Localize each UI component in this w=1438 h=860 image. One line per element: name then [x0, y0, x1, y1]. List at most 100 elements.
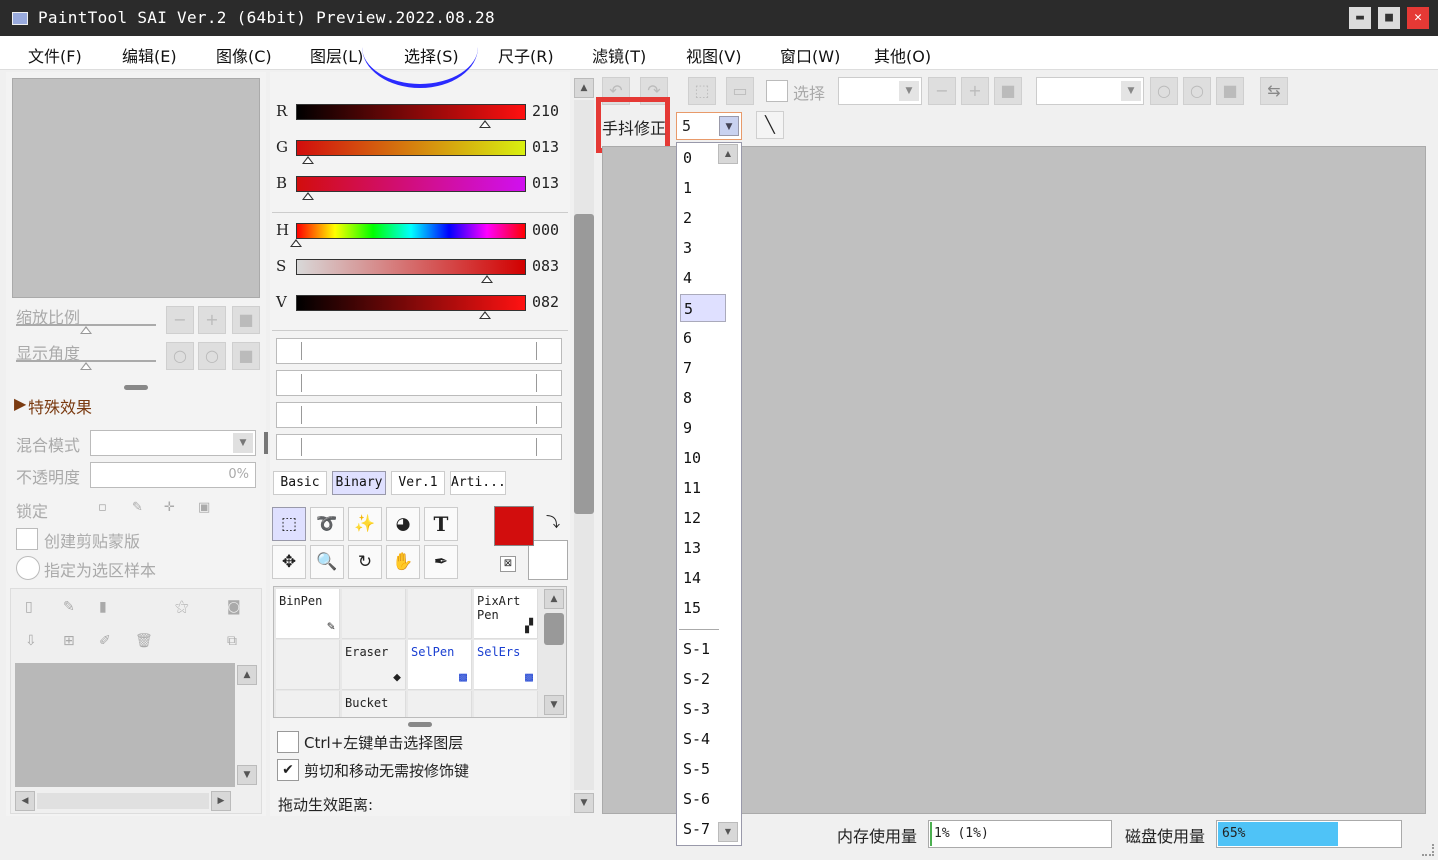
- lock-paint-icon[interactable]: ✎: [132, 500, 143, 515]
- menu-ruler[interactable]: 尺子(R): [498, 43, 554, 67]
- tab-basic[interactable]: Basic: [273, 471, 327, 495]
- stabilizer-option[interactable]: 5: [680, 294, 726, 322]
- rotate-left-button[interactable]: ○: [166, 342, 194, 370]
- stabilizer-option[interactable]: S-4: [680, 725, 726, 753]
- invert-selection-button[interactable]: ▭: [726, 77, 754, 105]
- layer-list[interactable]: [15, 663, 235, 787]
- dropdown-scroll-up-button[interactable]: ▲: [718, 144, 738, 164]
- stabilizer-option[interactable]: 1: [680, 174, 726, 202]
- swatch-bar-1[interactable]: [276, 338, 562, 364]
- layer-effect-icon[interactable]: ⚝: [175, 599, 189, 615]
- panel-splitter[interactable]: [408, 722, 432, 727]
- s-slider-handle[interactable]: [480, 275, 493, 283]
- stabilizer-option[interactable]: S-3: [680, 695, 726, 723]
- menu-filter[interactable]: 滤镜(T): [592, 43, 646, 67]
- clip-mask-checkbox[interactable]: [16, 528, 38, 550]
- opacity-field[interactable]: 0%: [90, 462, 256, 488]
- v-slider-handle[interactable]: [478, 311, 491, 319]
- menu-window[interactable]: 窗口(W): [780, 43, 840, 67]
- rect-select-tool[interactable]: ⬚: [272, 507, 306, 541]
- stabilizer-option[interactable]: 4: [680, 264, 726, 292]
- lock-move-icon[interactable]: ✛: [164, 500, 175, 515]
- maximize-button[interactable]: ■: [1378, 7, 1400, 29]
- stabilizer-option[interactable]: 15: [680, 594, 726, 622]
- brush-slot-empty[interactable]: [342, 589, 406, 639]
- brush-slot[interactable]: BinPen ✎: [276, 589, 340, 639]
- toolbar-zoom-in-button[interactable]: +: [961, 77, 989, 105]
- no-modifier-checkbox[interactable]: ✔: [277, 759, 299, 781]
- eyedropper-tool[interactable]: ✒: [424, 545, 458, 579]
- panel-splitter[interactable]: [124, 385, 148, 390]
- menu-other[interactable]: 其他(O): [874, 43, 931, 67]
- v-value[interactable]: 082: [532, 293, 559, 311]
- swatch-bar-4[interactable]: [276, 434, 562, 460]
- stabilizer-option[interactable]: 8: [680, 384, 726, 412]
- lock-all-icon[interactable]: ▣: [198, 500, 210, 515]
- h-value[interactable]: 000: [532, 221, 559, 239]
- panel-scroll-down-button[interactable]: ▼: [574, 793, 594, 813]
- merge-down-icon[interactable]: ⇩: [25, 633, 37, 649]
- g-slider-handle[interactable]: [301, 156, 314, 164]
- clear-layer-icon[interactable]: ✐: [99, 633, 111, 649]
- angle-slider-handle[interactable]: [80, 362, 92, 370]
- effects-expand-icon[interactable]: ▶: [14, 394, 26, 413]
- layer-scroll-right-button[interactable]: ▶: [211, 791, 231, 811]
- stabilizer-option[interactable]: 6: [680, 324, 726, 352]
- zoom-tool[interactable]: 🔍: [310, 545, 344, 579]
- stabilizer-option[interactable]: 9: [680, 414, 726, 442]
- zoom-select[interactable]: ▼: [838, 77, 922, 105]
- magic-wand-tool[interactable]: ✨: [348, 507, 382, 541]
- b-value[interactable]: 013: [532, 174, 559, 192]
- zoom-reset-button[interactable]: ■: [232, 306, 260, 334]
- menu-file[interactable]: 文件(F): [28, 43, 82, 67]
- brush-slot[interactable]: Eraser ◆: [342, 640, 406, 690]
- select-checkbox[interactable]: [766, 80, 788, 102]
- r-slider-handle[interactable]: [478, 120, 491, 128]
- shape-tool[interactable]: ◕: [386, 507, 420, 541]
- b-slider[interactable]: [296, 176, 526, 192]
- panel-resize-handle[interactable]: [264, 432, 268, 454]
- new-folder-icon[interactable]: ▮: [99, 599, 107, 615]
- h-slider[interactable]: [296, 223, 526, 239]
- minimize-button[interactable]: ▬: [1349, 7, 1371, 29]
- selection-sample-radio[interactable]: [16, 556, 40, 580]
- rotate-reset-button[interactable]: ■: [232, 342, 260, 370]
- toolbar-rotate-right-button[interactable]: ○: [1183, 77, 1211, 105]
- stabilizer-option[interactable]: S-1: [680, 635, 726, 663]
- stabilizer-option[interactable]: S-5: [680, 755, 726, 783]
- stabilizer-option[interactable]: 2: [680, 204, 726, 232]
- zoom-slider-handle[interactable]: [80, 326, 92, 334]
- brush-slot[interactable]: SelPen ▩: [408, 640, 472, 690]
- effects-label[interactable]: 特殊效果: [28, 394, 92, 418]
- g-value[interactable]: 013: [532, 138, 559, 156]
- stabilizer-option[interactable]: 13: [680, 534, 726, 562]
- rotate-right-button[interactable]: ○: [198, 342, 226, 370]
- panel-scroll-thumb[interactable]: [574, 214, 594, 514]
- stabilizer-option[interactable]: 14: [680, 564, 726, 592]
- new-layer-icon[interactable]: ▯: [25, 599, 33, 615]
- swap-colors-icon[interactable]: ⤵: [546, 512, 560, 532]
- layer-hscrollbar[interactable]: [37, 793, 209, 809]
- stabilizer-select[interactable]: 5 ▼: [676, 112, 742, 140]
- brush-slot[interactable]: Bucket: [342, 691, 406, 717]
- swatch-bar-3[interactable]: [276, 402, 562, 428]
- zoom-out-button[interactable]: −: [166, 306, 194, 334]
- resize-grip[interactable]: [1422, 844, 1434, 856]
- stabilizer-option[interactable]: S-2: [680, 665, 726, 693]
- lock-transparency-icon[interactable]: ▫: [98, 500, 107, 515]
- move-tool[interactable]: ✥: [272, 545, 306, 579]
- delete-layer-icon[interactable]: 🗑: [135, 633, 153, 649]
- stabilizer-option[interactable]: 11: [680, 474, 726, 502]
- tab-binary[interactable]: Binary: [332, 471, 386, 495]
- rotate-tool[interactable]: ↻: [348, 545, 382, 579]
- layer-properties-icon[interactable]: ⧉: [227, 633, 237, 649]
- menu-layer[interactable]: 图层(L): [310, 43, 363, 67]
- main-color-swatch[interactable]: [494, 506, 534, 546]
- brush-slot[interactable]: SelErs ▩: [474, 640, 538, 690]
- layer-scroll-down-button[interactable]: ▼: [237, 765, 257, 785]
- brush-slot[interactable]: PixArt Pen ▞: [474, 589, 538, 639]
- ctrl-click-checkbox[interactable]: [277, 731, 299, 753]
- s-slider[interactable]: [296, 259, 526, 275]
- flip-horizontal-button[interactable]: ⇆: [1260, 77, 1288, 105]
- toolbar-zoom-out-button[interactable]: −: [928, 77, 956, 105]
